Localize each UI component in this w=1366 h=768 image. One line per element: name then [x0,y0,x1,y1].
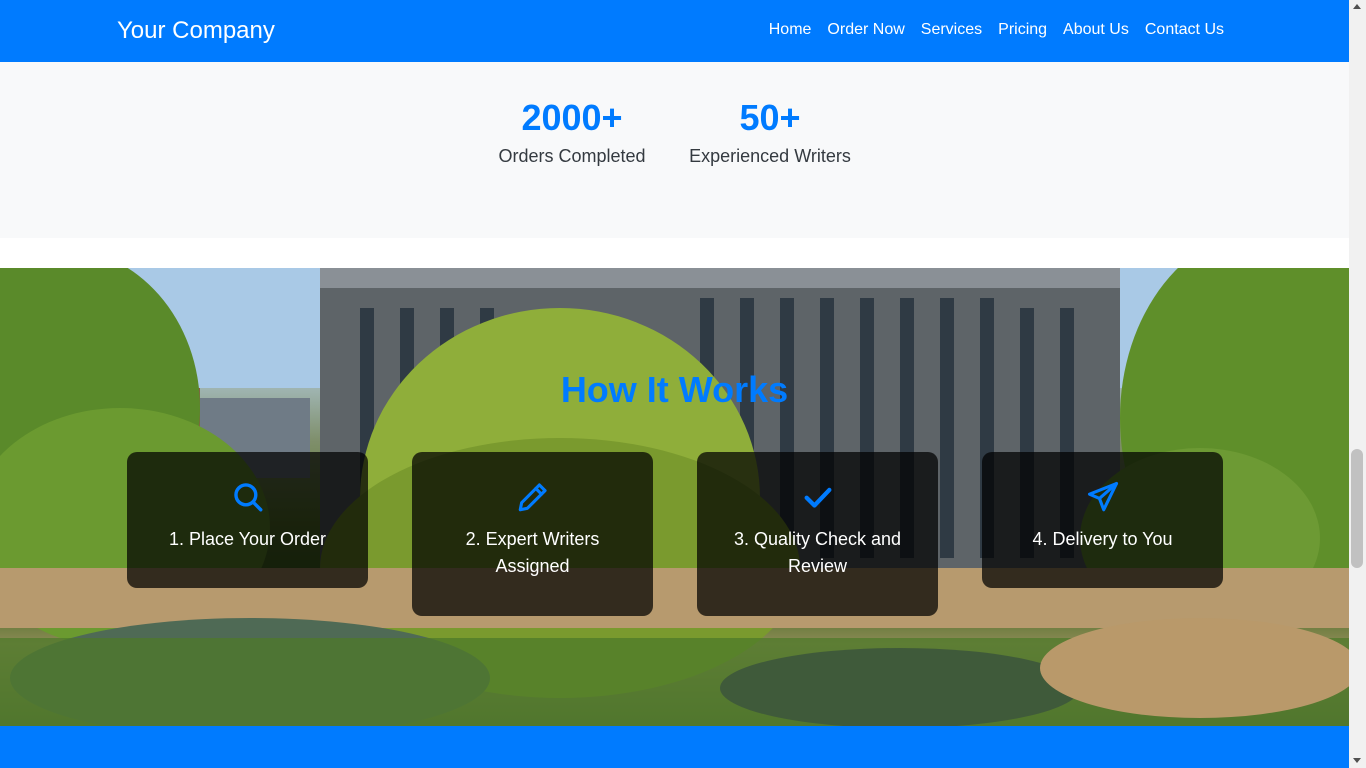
pencil-icon [518,483,547,512]
stat-orders-completed: 2000+ Orders Completed [486,96,658,168]
stat-label: Experienced Writers [689,146,851,166]
footer-band [0,726,1349,768]
how-it-works-title: How It Works [560,369,789,410]
how-it-works-section: How It Works 1. Place Your Order 2. Expe… [0,268,1349,726]
step-title: 1. Place Your Order [168,529,327,549]
step-title: 3. Quality Check and Review [733,529,902,576]
stat-experienced-writers: 50+ Experienced Writers [682,96,858,168]
step-card-place-order: 1. Place Your Order [127,452,368,588]
stats-section: 2000+ Orders Completed 50+ Experienced W… [0,62,1349,238]
step-card-quality-check: 3. Quality Check and Review [697,452,938,616]
page: Your Company Home Order Now Services Pri… [0,0,1349,768]
brand-logo[interactable]: Your Company [117,16,275,46]
nav-link-order-now[interactable]: Order Now [819,19,912,41]
scrollbar-thumb[interactable] [1351,449,1363,568]
section-spacer [0,238,1349,268]
nav-link-services[interactable]: Services [913,19,990,41]
check-icon [804,487,831,508]
scroll-up-arrow-icon[interactable] [1353,4,1361,9]
nav-link-about-us[interactable]: About Us [1055,19,1137,41]
nav-link-pricing[interactable]: Pricing [990,19,1055,41]
navbar: Your Company Home Order Now Services Pri… [0,0,1349,62]
nav-link-home[interactable]: Home [761,19,820,41]
step-card-delivery: 4. Delivery to You [982,452,1223,588]
nav-link-contact-us[interactable]: Contact Us [1137,19,1224,41]
main-nav: Home Order Now Services Pricing About Us… [761,19,1224,41]
step-title: 4. Delivery to You [1032,529,1173,549]
search-icon [233,483,262,512]
step-title: 2. Expert Writers Assigned [465,529,600,576]
vertical-scrollbar[interactable] [1349,0,1366,768]
paper-plane-icon [1087,481,1118,512]
scroll-down-arrow-icon[interactable] [1353,758,1361,763]
step-card-expert-writers: 2. Expert Writers Assigned [412,452,653,616]
stat-label: Orders Completed [498,146,646,166]
stat-value: 2000+ [521,97,623,138]
stat-value: 50+ [739,97,801,138]
